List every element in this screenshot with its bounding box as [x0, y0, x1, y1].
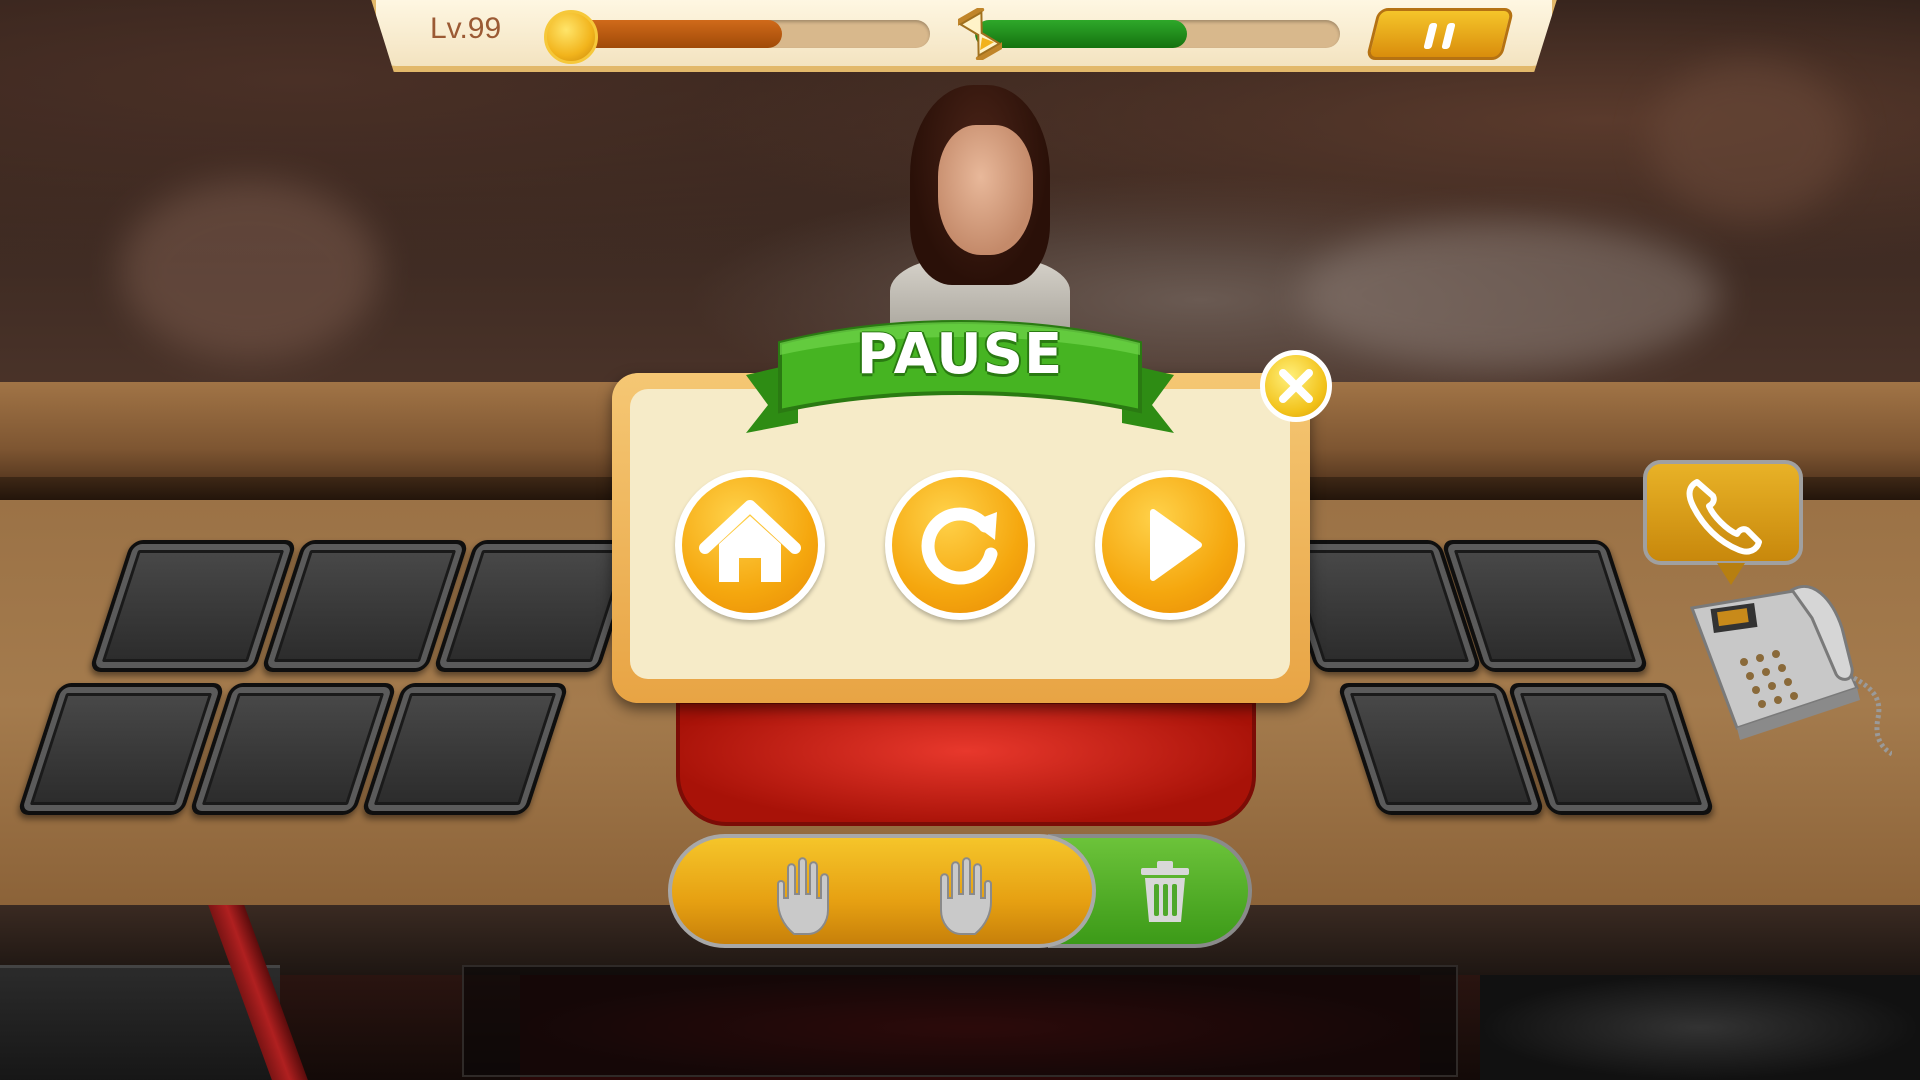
coin-progress-bar — [560, 20, 930, 48]
home-icon — [699, 500, 801, 582]
resume-button[interactable] — [1095, 470, 1245, 620]
restart-button[interactable] — [885, 470, 1035, 620]
stove — [1480, 975, 1920, 1080]
level-label: Lv.99 — [430, 12, 502, 45]
phone-call-icon — [1686, 479, 1762, 555]
telephone[interactable] — [1682, 578, 1892, 758]
under-counter-panel — [462, 965, 1458, 1077]
pause-button[interactable] — [1365, 8, 1515, 60]
pause-title: PAUSE — [856, 322, 1064, 387]
pause-icon-bar — [1441, 23, 1456, 49]
serve-button[interactable] — [668, 834, 1096, 948]
action-bar — [668, 834, 1252, 948]
close-button[interactable] — [1260, 350, 1332, 422]
time-progress-fill — [975, 20, 1187, 48]
background-blur — [1650, 60, 1850, 220]
time-progress-bar — [975, 20, 1340, 48]
background-blur — [1300, 220, 1720, 370]
customer-face — [938, 125, 1033, 255]
hourglass-icon — [958, 8, 1002, 60]
close-icon — [1279, 369, 1313, 403]
trash-icon — [1141, 861, 1189, 922]
serving-tray[interactable] — [676, 700, 1256, 826]
customer-character[interactable] — [880, 85, 1080, 335]
phone-order-bubble[interactable] — [1643, 460, 1803, 585]
play-icon — [1150, 509, 1202, 581]
pause-icon-bar — [1423, 23, 1438, 49]
left-hand-icon — [777, 857, 829, 935]
background-blur — [120, 180, 380, 360]
restart-icon — [921, 507, 998, 585]
right-hand-icon — [940, 857, 992, 935]
home-button[interactable] — [675, 470, 825, 620]
coin-icon — [544, 10, 598, 64]
